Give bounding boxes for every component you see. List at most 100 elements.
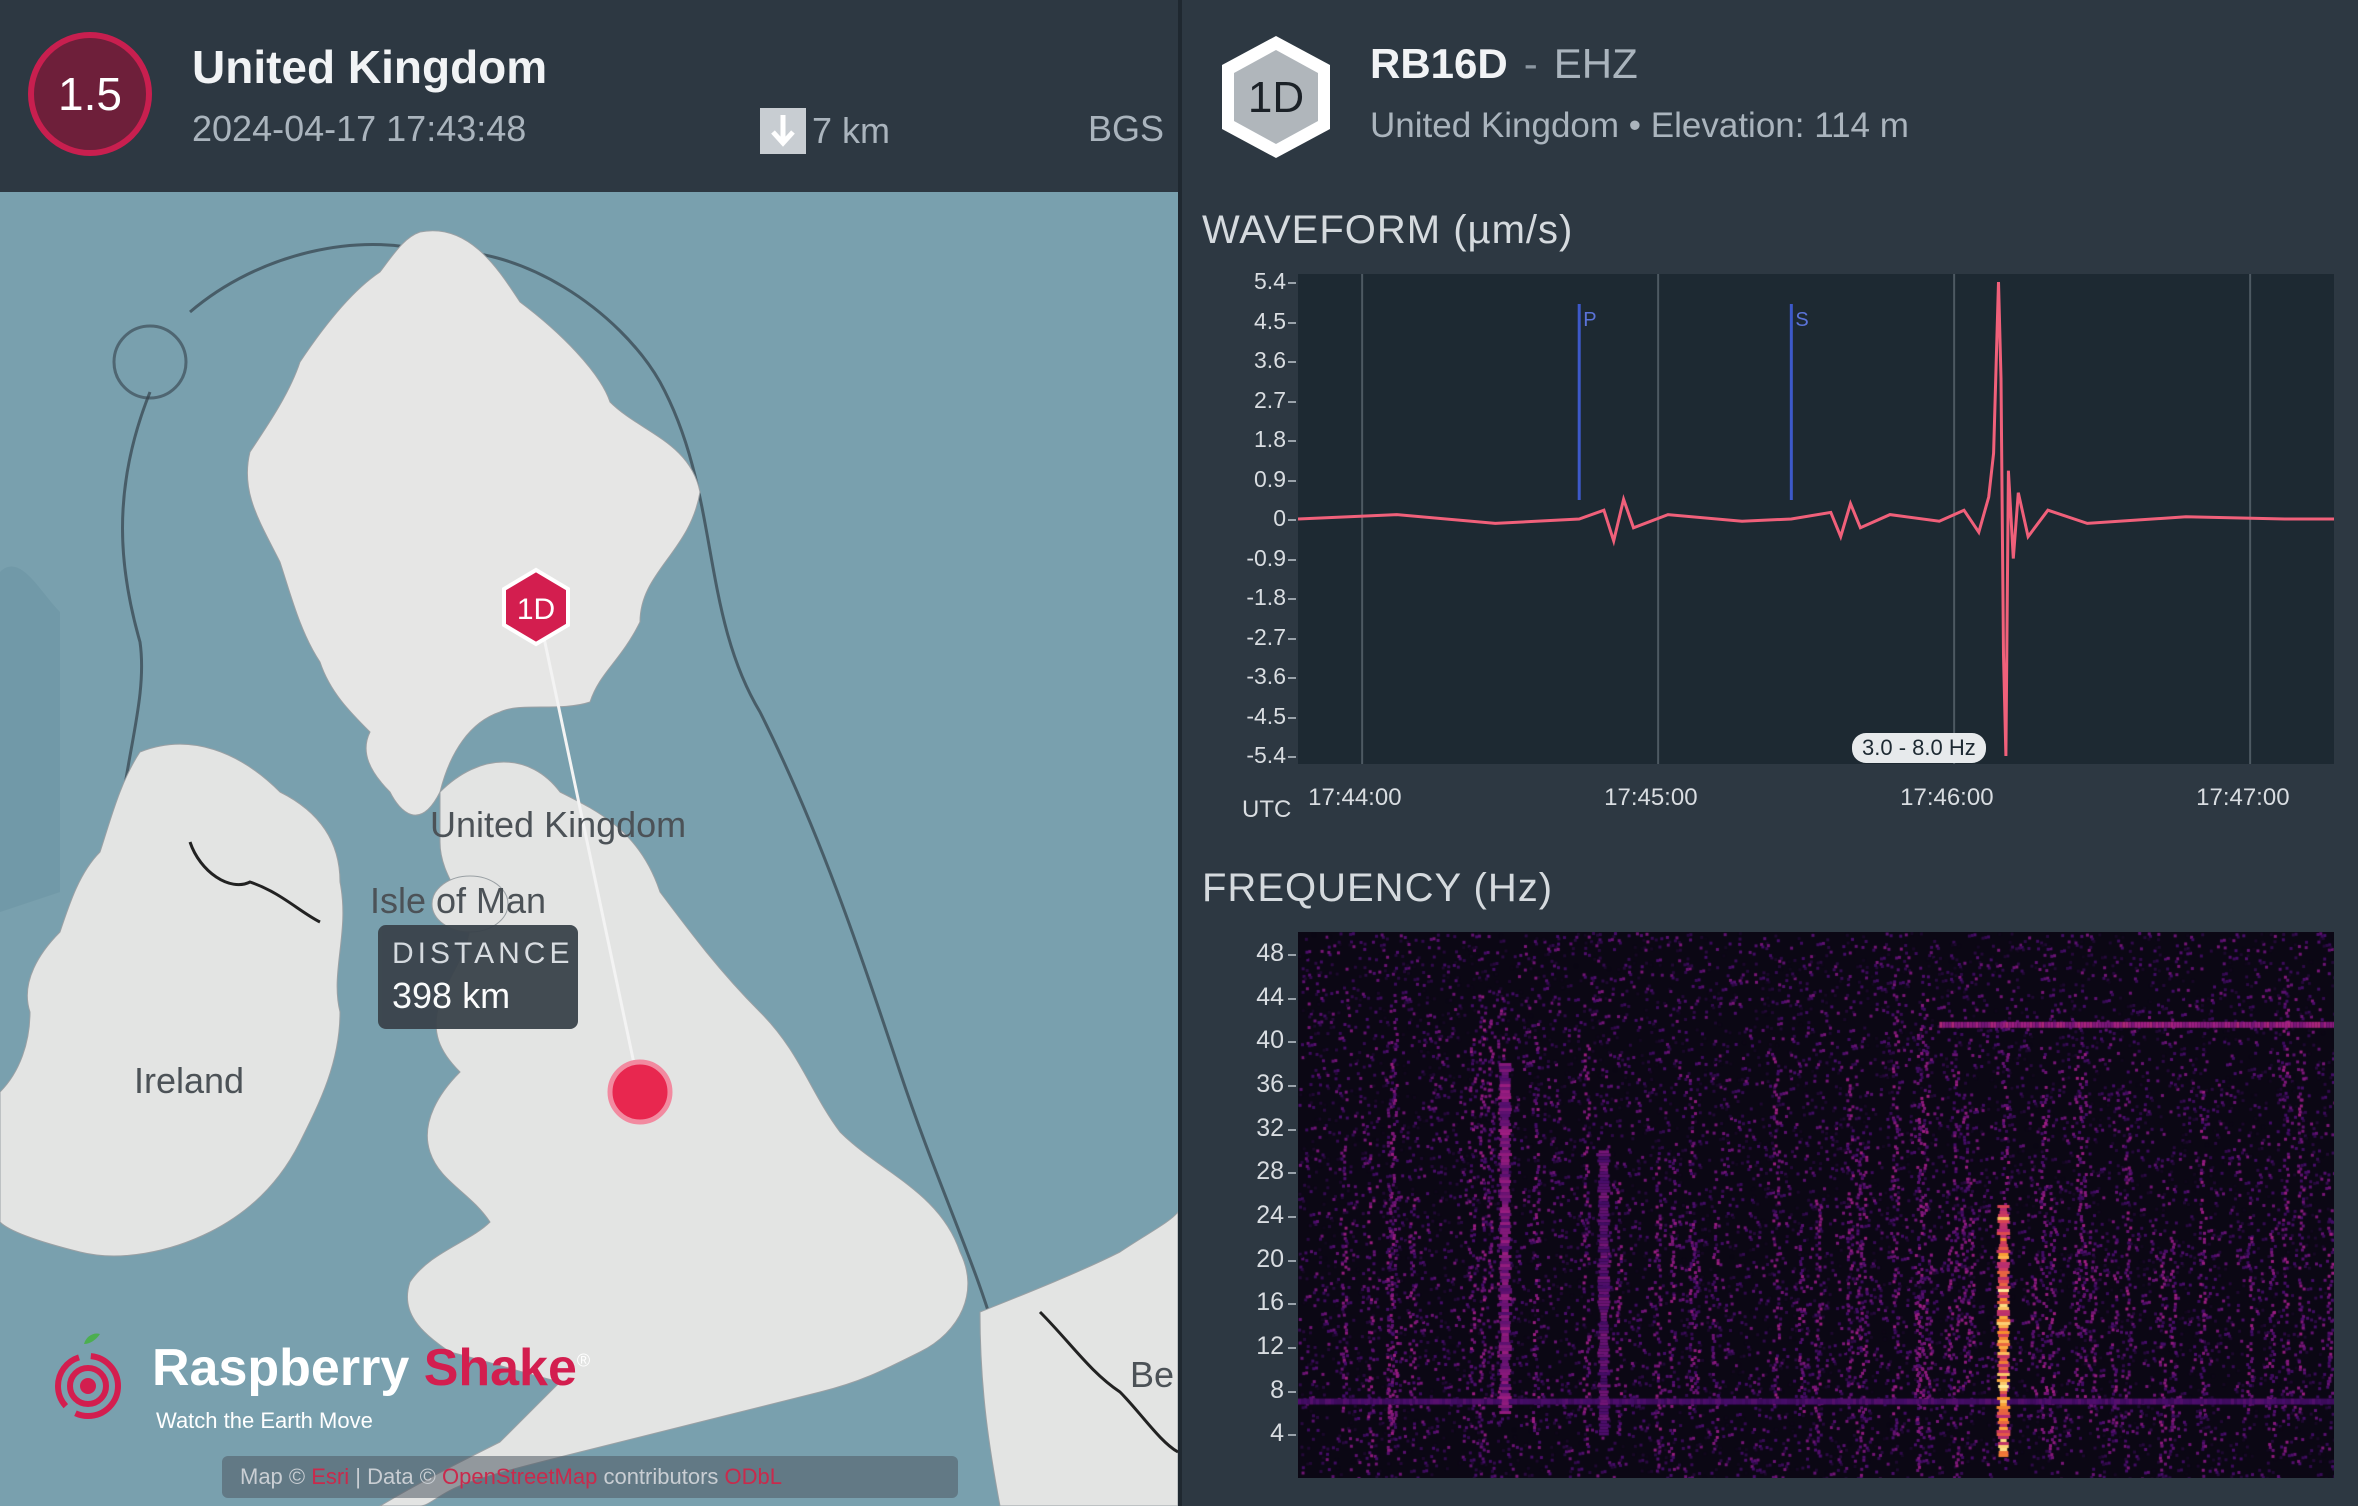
event-panel: 1.5 United Kingdom 2024-04-17 17:43:48 7… <box>0 0 1178 1506</box>
logo-tagline: Watch the Earth Move <box>156 1408 373 1433</box>
waveform-ytick: 2.7 <box>1254 386 1286 413</box>
waveform-ytick-mark <box>1288 756 1296 758</box>
waveform-ytick-mark <box>1288 519 1296 521</box>
spectrogram-ytick-mark <box>1288 1434 1296 1437</box>
spectrogram-ytick-mark <box>1288 1346 1296 1349</box>
arrow-down-icon <box>760 108 806 154</box>
spectrogram-ytick: 44 <box>1256 982 1284 1011</box>
spectrogram-ytick-mark <box>1288 1128 1296 1131</box>
waveform-xtick: 17:45:00 <box>1604 784 1698 811</box>
magnitude-badge: 1.5 <box>28 32 152 156</box>
spectrogram-ytick: 32 <box>1256 1113 1284 1142</box>
spectrogram-ytick: 28 <box>1256 1157 1284 1186</box>
map-label-belgium: Be <box>1130 1354 1175 1395</box>
waveform-ytick-mark <box>1288 440 1296 442</box>
waveform-plot[interactable]: PS 3.0 - 8.0 Hz <box>1297 274 2334 764</box>
filter-badge: 3.0 - 8.0 Hz <box>1852 733 1986 763</box>
attribution-prefix: Map © <box>240 1464 306 1489</box>
distance-value: 398 km <box>392 975 511 1016</box>
waveform-ytick-mark <box>1288 361 1296 363</box>
raspberry-shake-logo[interactable]: Raspberry Shake® Watch the Earth Move <box>46 1330 590 1450</box>
event-time: 2024-04-17 17:43:48 <box>192 108 527 149</box>
waveform-ytick-mark <box>1288 479 1296 482</box>
waveform-ytick: 1.8 <box>1254 426 1286 452</box>
waveform-chart: PS <box>1297 274 2334 764</box>
logo-registered: ® <box>576 1350 591 1371</box>
waveform-ytick: -1.8 <box>1246 584 1286 610</box>
spectrogram-ytick: 16 <box>1256 1288 1284 1317</box>
map-view[interactable]: 1D United Kingdom Isle of Man Ireland Be… <box>0 192 1178 1506</box>
station-channel: EHZ <box>1553 40 1638 87</box>
spectrogram-ytick: 48 <box>1256 938 1284 967</box>
attribution-odbl-link[interactable]: ODbL <box>725 1464 782 1490</box>
waveform-ytick: 3.6 <box>1254 347 1286 373</box>
waveform-ytick-mark <box>1288 598 1296 600</box>
attribution-osm-link[interactable]: OpenStreetMap <box>442 1464 597 1490</box>
epicenter-marker[interactable] <box>607 1059 673 1125</box>
map-label-uk: United Kingdom <box>430 804 687 845</box>
waveform-ytick-mark <box>1288 558 1296 561</box>
spectrogram-ytick: 8 <box>1270 1375 1284 1404</box>
spectrogram-ytick-mark <box>1288 1172 1296 1175</box>
waveform-ytick-mark <box>1288 400 1296 403</box>
spectrogram-ytick-mark <box>1288 1215 1296 1218</box>
spectrogram-ytick: 12 <box>1256 1331 1284 1360</box>
waveform-xtick: 17:47:00 <box>2196 784 2290 811</box>
spectrogram-plot[interactable] <box>1298 932 2334 1478</box>
station-marker-label: 1D <box>517 593 555 626</box>
spectrogram-ytick: 4 <box>1270 1419 1284 1448</box>
waveform-ytick: -5.4 <box>1246 742 1286 768</box>
waveform-ytick: 0 <box>1273 505 1286 531</box>
spectrogram-ytick-mark <box>1288 1041 1296 1044</box>
map-label-isle-of-man: Isle of Man <box>370 880 547 921</box>
event-region: United Kingdom <box>192 41 548 93</box>
spectrogram-ytick: 24 <box>1256 1200 1284 1229</box>
waveform-ytick-mark <box>1288 637 1296 640</box>
spectrogram-ytick-mark <box>1288 1084 1296 1087</box>
map-attribution: Map © Esri | Data © OpenStreetMap contri… <box>222 1456 958 1498</box>
spectrogram-canvas <box>1298 932 2334 1478</box>
map-canvas: 1D <box>0 192 1178 1506</box>
attribution-data: | Data © <box>355 1464 436 1489</box>
frequency-title: FREQUENCY (Hz) <box>1202 866 1554 910</box>
station-badge: 1D <box>1222 36 1330 158</box>
waveform-ytick: -4.5 <box>1246 702 1286 729</box>
agency-label: BGS <box>1087 108 1164 149</box>
attribution-esri-link[interactable]: Esri <box>311 1464 349 1490</box>
utc-label: UTC <box>1242 796 1292 823</box>
waveform-ytick: -2.7 <box>1246 623 1286 650</box>
logo-name-part1: Raspberry <box>152 1339 410 1397</box>
spectrogram-ytick-mark <box>1288 1390 1296 1393</box>
waveform-xtick: 17:46:00 <box>1900 784 1994 811</box>
spectrogram-ytick-mark <box>1288 953 1296 956</box>
map-label-ireland: Ireland <box>134 1060 245 1101</box>
distance-tooltip: DISTANCE 398 km <box>378 925 578 1029</box>
raspberry-shake-icon <box>55 1333 121 1419</box>
distance-label: DISTANCE <box>392 937 574 970</box>
spectrogram-ytick: 36 <box>1256 1069 1284 1098</box>
station-marker[interactable]: 1D <box>502 567 570 647</box>
station-separator: - <box>1523 40 1538 87</box>
waveform-ytick: 0.9 <box>1254 465 1286 492</box>
event-header[interactable]: 1.5 United Kingdom 2024-04-17 17:43:48 7… <box>0 0 1178 192</box>
station-bullet: • <box>1628 106 1642 145</box>
phase-label-s: S <box>1795 309 1808 331</box>
logo-name: Raspberry Shake® <box>152 1338 590 1398</box>
station-location: United Kingdom <box>1370 106 1620 145</box>
waveform-xtick: 17:44:00 <box>1308 784 1402 811</box>
waveform-ytick: -0.9 <box>1246 544 1286 571</box>
waveform-ytick-mark <box>1288 677 1296 679</box>
waveform-ytick-mark <box>1288 282 1296 284</box>
waveform-title: WAVEFORM (µm/s) <box>1202 208 1574 252</box>
waveform-ytick-mark <box>1288 321 1296 324</box>
spectrogram-ytick-mark <box>1288 997 1296 1000</box>
waveform-ytick: -3.6 <box>1246 663 1286 689</box>
station-panel: 1D RB16D - EHZ United Kingdom • Elevation:… <box>1182 0 2358 1506</box>
waveform-ytick: 5.4 <box>1254 268 1286 294</box>
depth-value: 7 km <box>812 110 891 151</box>
logo-name-part2: Shake <box>423 1339 577 1397</box>
event-depth: 7 km <box>760 108 890 154</box>
spectrogram-ytick: 20 <box>1256 1244 1284 1273</box>
station-elevation: Elevation: 114 m <box>1650 106 1909 145</box>
spectrogram-ytick-mark <box>1288 1303 1296 1306</box>
